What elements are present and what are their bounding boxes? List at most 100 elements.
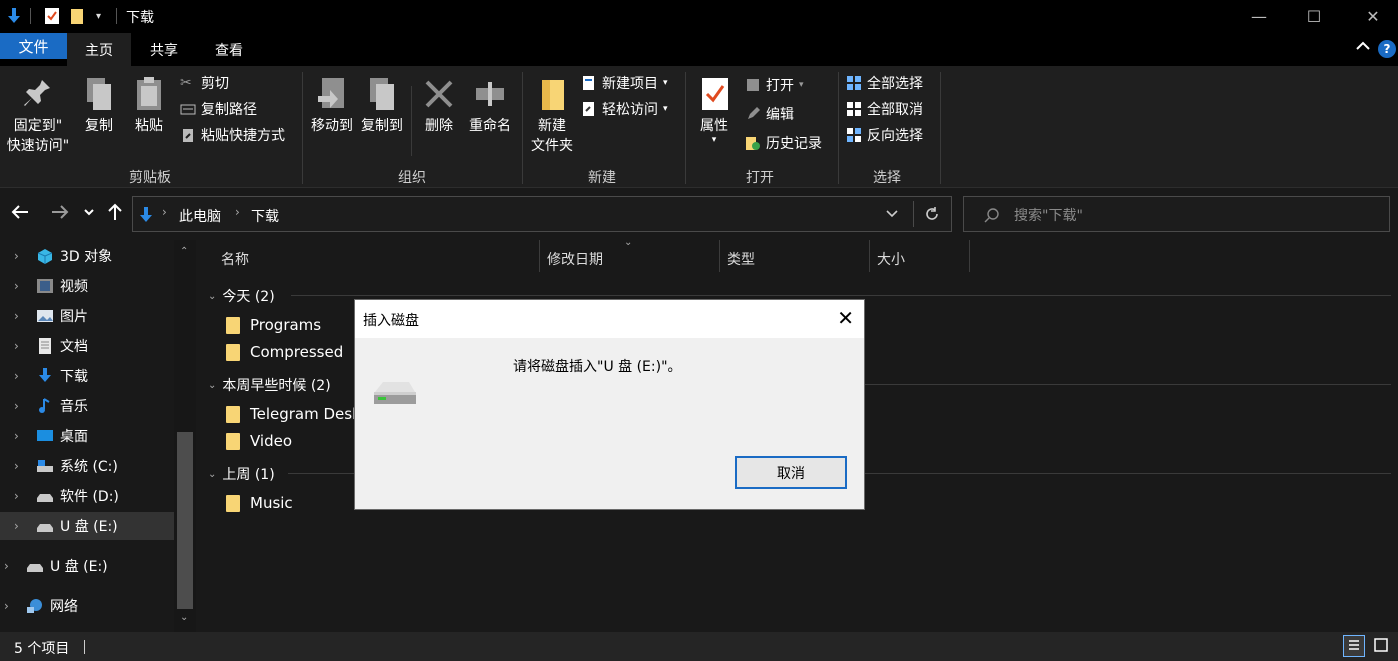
paste-button[interactable]: 粘贴 [128, 74, 170, 136]
history-button[interactable]: 历史记录 [745, 132, 822, 154]
recent-locations-chevron-icon[interactable] [83, 202, 95, 227]
dialog-close-button[interactable]: ✕ [837, 306, 854, 330]
copy-to-button[interactable]: 复制到 [358, 74, 406, 136]
up-arrow-icon[interactable] [105, 202, 125, 227]
expand-chevron-icon[interactable]: › [14, 309, 30, 323]
expand-chevron-icon[interactable]: › [14, 459, 30, 473]
breadcrumb-downloads[interactable]: 下载 [251, 206, 279, 226]
cancel-button[interactable]: 取消 [735, 456, 847, 489]
maximize-button[interactable]: ☐ [1291, 0, 1337, 33]
select-all-button[interactable]: 全部选择 [846, 72, 923, 94]
group-header[interactable]: ⌄ 本周早些时候 (2) [208, 375, 331, 395]
collapse-chevron-icon[interactable]: ⌄ [208, 380, 216, 391]
tab-view[interactable]: 查看 [198, 33, 260, 66]
column-header-size[interactable]: 大小 [877, 249, 905, 269]
scroll-thumb[interactable] [177, 432, 193, 609]
dialog-title-bar: 插入磁盘 ✕ [355, 300, 864, 338]
expand-chevron-icon[interactable]: › [4, 599, 20, 613]
expand-chevron-icon[interactable]: › [14, 489, 30, 503]
select-none-icon [847, 102, 861, 116]
tab-home[interactable]: 主页 [67, 33, 131, 66]
breadcrumb-this-pc[interactable]: 此电脑 [179, 206, 221, 226]
scroll-up-icon[interactable]: ⌃ [180, 246, 188, 257]
videos-icon [37, 279, 53, 293]
details-view-icon[interactable] [1343, 635, 1365, 657]
move-to-button[interactable]: 移动到 [308, 74, 356, 136]
list-item[interactable]: Compressed [226, 339, 343, 365]
nav-item-pictures[interactable]: › 图片 [0, 302, 174, 330]
forward-arrow-icon[interactable] [50, 202, 70, 227]
large-icons-view-icon[interactable] [1371, 635, 1393, 657]
tab-file[interactable]: 文件 [0, 33, 67, 59]
collapse-chevron-icon[interactable]: ⌄ [208, 291, 216, 302]
group-header[interactable]: ⌄ 上周 (1) [208, 464, 275, 484]
properties-button[interactable]: 属性 ▾ [694, 74, 734, 145]
expand-chevron-icon[interactable]: › [4, 559, 20, 573]
group-header[interactable]: ⌄ 今天 (2) [208, 286, 275, 306]
delete-button[interactable]: 删除 [420, 74, 458, 136]
divider [30, 8, 31, 24]
properties-quick-icon[interactable] [44, 6, 60, 26]
expand-chevron-icon[interactable]: › [14, 279, 30, 293]
copy-path-button[interactable]: 复制路径 [180, 98, 257, 120]
refresh-icon[interactable] [923, 205, 941, 223]
easy-access-icon [583, 102, 594, 116]
pin-icon [20, 74, 56, 114]
expand-chevron-icon[interactable]: › [14, 399, 30, 413]
rename-button[interactable]: 重命名 [465, 74, 515, 136]
pin-quick-access-button[interactable]: 固定到" 快速访问" [4, 74, 72, 156]
copy-button[interactable]: 复制 [78, 74, 120, 136]
nav-item-network[interactable]: › 网络 [0, 592, 170, 620]
nav-item-videos[interactable]: › 视频 [0, 272, 174, 300]
nav-item-d-drive[interactable]: › 软件 (D:) [0, 482, 174, 510]
edit-button[interactable]: 编辑 [745, 103, 794, 125]
list-item[interactable]: Music [226, 490, 293, 516]
close-button[interactable]: ✕ [1350, 0, 1396, 33]
select-none-button[interactable]: 全部取消 [846, 98, 923, 120]
column-header-name[interactable]: 名称 [221, 249, 249, 269]
column-header-date[interactable]: 修改日期 [547, 249, 603, 269]
expand-chevron-icon[interactable]: › [14, 519, 30, 533]
pin-label-1: 固定到" [13, 118, 63, 134]
list-item[interactable]: Programs [226, 312, 321, 338]
nav-item-usb-drive-root[interactable]: › U 盘 (E:) [0, 552, 170, 580]
invert-selection-button[interactable]: 反向选择 [846, 124, 923, 146]
customize-quick-access-icon[interactable]: ▾ [96, 6, 101, 26]
easy-access-button[interactable]: 轻松访问 ▾ [581, 98, 668, 120]
new-folder-button[interactable]: 新建 文件夹 [526, 74, 578, 156]
nav-item-desktop[interactable]: › 桌面 [0, 422, 174, 450]
list-item[interactable]: Telegram Desk [226, 401, 361, 427]
minimize-button[interactable]: — [1236, 0, 1282, 33]
back-arrow-icon[interactable] [10, 202, 30, 227]
nav-item-system-drive[interactable]: › 系统 (C:) [0, 452, 174, 480]
tab-share[interactable]: 共享 [134, 33, 194, 66]
new-folder-quick-icon[interactable] [70, 6, 84, 26]
cut-button[interactable]: ✂ 剪切 [180, 72, 229, 94]
expand-chevron-icon[interactable]: › [14, 369, 30, 383]
search-box[interactable]: 搜索"下载" [963, 196, 1390, 232]
address-dropdown-icon[interactable] [885, 209, 899, 219]
nav-item-usb-drive[interactable]: › U 盘 (E:) [0, 512, 174, 540]
help-icon[interactable]: ? [1378, 40, 1396, 58]
column-header-type[interactable]: 类型 [727, 249, 755, 269]
address-bar[interactable]: › 此电脑 › 下载 [132, 196, 952, 232]
divider [522, 72, 523, 184]
item-count: 5 个项目 [14, 641, 70, 657]
collapse-ribbon-icon[interactable] [1356, 39, 1370, 55]
new-item-button[interactable]: 新建项目 ▾ [581, 72, 668, 94]
list-item[interactable]: Video [226, 428, 292, 454]
nav-item-3d-objects[interactable]: › 3D 对象 [0, 242, 174, 270]
nav-scrollbar[interactable]: ⌃ ⌄ [174, 240, 196, 632]
collapse-chevron-icon[interactable]: ⌄ [208, 469, 216, 480]
nav-item-documents[interactable]: › 文档 [0, 332, 174, 360]
search-input[interactable]: 搜索"下载" [1014, 205, 1083, 225]
title-bar: ▾ 下载 — ☐ ✕ [0, 0, 1398, 33]
scroll-down-icon[interactable]: ⌄ [180, 612, 188, 623]
paste-shortcut-button[interactable]: 粘贴快捷方式 [180, 124, 285, 146]
expand-chevron-icon[interactable]: › [14, 249, 30, 263]
nav-item-downloads[interactable]: › 下载 [0, 362, 174, 390]
open-button[interactable]: 打开 ▾ [745, 74, 804, 96]
nav-item-music[interactable]: › 音乐 [0, 392, 174, 420]
expand-chevron-icon[interactable]: › [14, 339, 30, 353]
expand-chevron-icon[interactable]: › [14, 429, 30, 443]
